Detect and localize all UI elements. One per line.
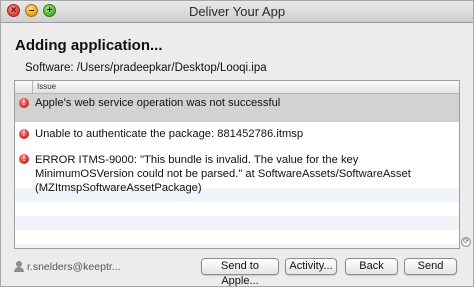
issue-message: Apple's web service operation was not su… — [35, 97, 281, 109]
issues-table-header: Issue — [15, 81, 459, 94]
error-icon: ! — [19, 154, 29, 164]
send-to-apple-button[interactable]: Send to Apple... — [201, 258, 279, 286]
issue-row[interactable]: ! ERROR ITMS-9000: "This bundle is inval… — [15, 148, 459, 194]
error-icon: ! — [19, 129, 29, 139]
error-icon: ! — [19, 98, 29, 108]
empty-row — [15, 244, 459, 248]
issue-row[interactable]: ! Apple's web service operation was not … — [15, 94, 459, 122]
issue-row[interactable]: ! Unable to authenticate the package: 88… — [15, 122, 459, 148]
empty-row — [15, 202, 459, 216]
user-icon — [13, 261, 25, 272]
software-path-row: Software: /Users/pradeepkar/Desktop/Looq… — [25, 62, 267, 74]
issue-column-header[interactable]: Issue — [37, 82, 56, 91]
empty-row — [15, 230, 459, 244]
page-heading: Adding application... — [15, 37, 163, 54]
account-user: r.snelders@keeptr... — [13, 261, 121, 273]
deliver-app-window: × – + Deliver Your App Adding applicatio… — [0, 0, 474, 287]
issue-message: ERROR ITMS-9000: "This bundle is invalid… — [35, 154, 411, 194]
back-button[interactable]: Back — [345, 258, 398, 275]
send-button[interactable]: Send — [404, 258, 457, 275]
software-label: Software: — [25, 62, 74, 74]
issues-table[interactable]: Issue ! Apple's web service operation wa… — [14, 80, 460, 249]
account-email: r.snelders@keeptr... — [27, 261, 121, 273]
issue-message: Unable to authenticate the package: 8814… — [35, 128, 304, 140]
software-path: /Users/pradeepkar/Desktop/Looqi.ipa — [76, 62, 267, 74]
activity-button[interactable]: Activity... — [285, 258, 337, 275]
empty-row — [15, 216, 459, 230]
column-divider — [32, 81, 33, 93]
window-title: Deliver Your App — [188, 4, 286, 19]
title-bar[interactable]: × – + Deliver Your App — [1, 1, 473, 23]
progress-spinner-icon: ⟳ — [461, 237, 471, 247]
